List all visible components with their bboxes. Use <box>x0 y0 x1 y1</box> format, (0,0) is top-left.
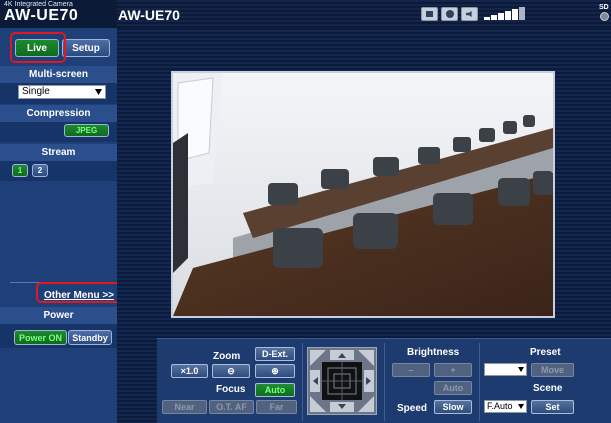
power-heading: Power <box>0 307 117 324</box>
brightness-minus-button[interactable]: – <box>392 363 430 377</box>
screen-icon[interactable] <box>421 7 438 21</box>
preset-select[interactable] <box>484 363 527 376</box>
preset-label: Preset <box>530 347 561 358</box>
camera-web-ui: 4K Integrated Camera AW-UE70 AW-UE70 SD … <box>0 0 611 423</box>
standby-button[interactable]: Standby <box>68 330 112 345</box>
camera-feed-image <box>173 73 553 316</box>
sd-status-icon <box>600 12 609 21</box>
sd-label: SD <box>599 4 609 11</box>
speed-label: Speed <box>397 403 428 414</box>
scene-label: Scene <box>533 383 563 394</box>
pan-tilt-pad[interactable] <box>307 347 377 415</box>
signal-strength-icon <box>484 6 527 20</box>
focus-near-button[interactable]: Near <box>162 400 207 414</box>
volume-icon[interactable] <box>461 7 478 21</box>
stream-heading: Stream <box>0 144 117 161</box>
live-video[interactable] <box>171 71 555 318</box>
page-title: AW-UE70 <box>118 7 180 23</box>
speed-button[interactable]: Slow <box>434 400 472 414</box>
camera-control-panel: Zoom D-Ext. ×1.0 ⊖ ⊕ Focus Auto Near O.T… <box>157 338 611 423</box>
stream-2-button[interactable]: 2 <box>32 164 48 177</box>
zoom-ratio-button[interactable]: ×1.0 <box>171 364 208 378</box>
preset-move-button[interactable]: Move <box>531 363 574 377</box>
zoom-out-icon[interactable]: ⊖ <box>212 364 250 378</box>
brightness-plus-button[interactable]: + <box>434 363 472 377</box>
brand-model: AW-UE70 <box>4 7 79 24</box>
scene-set-button[interactable]: Set <box>531 400 574 414</box>
setup-button[interactable]: Setup <box>62 39 110 57</box>
brand-header: 4K Integrated Camera AW-UE70 <box>0 0 117 28</box>
chevron-down-icon <box>518 367 524 372</box>
jpeg-button[interactable]: JPEG <box>64 124 109 137</box>
zoom-label: Zoom <box>213 351 241 362</box>
power-on-button[interactable]: Power ON <box>14 330 67 345</box>
focus-label: Focus <box>216 384 246 395</box>
live-button-highlight <box>10 32 66 63</box>
compression-heading: Compression <box>0 105 117 122</box>
stream-1-button[interactable]: 1 <box>12 164 28 177</box>
camera-icon[interactable] <box>441 7 458 21</box>
chevron-down-icon <box>518 404 524 409</box>
brightness-label: Brightness <box>407 347 460 358</box>
scene-selected: F.Auto <box>487 401 513 411</box>
d-ext-button[interactable]: D-Ext. <box>255 347 295 361</box>
top-bar: AW-UE70 SD <box>117 0 611 28</box>
chevron-down-icon <box>95 89 102 95</box>
focus-otaf-button[interactable]: O.T. AF <box>209 400 254 414</box>
focus-far-button[interactable]: Far <box>256 400 297 414</box>
scene-select[interactable]: F.Auto <box>484 400 527 413</box>
multiscreen-select[interactable]: Single <box>18 85 106 99</box>
direction-pad-icon <box>310 350 374 412</box>
zoom-in-icon[interactable]: ⊕ <box>255 364 295 378</box>
multiscreen-selected: Single <box>22 86 50 97</box>
brightness-auto-button[interactable]: Auto <box>434 381 472 395</box>
focus-auto-button[interactable]: Auto <box>255 383 295 397</box>
multiscreen-heading: Multi-screen <box>0 66 117 83</box>
other-menu-highlight <box>36 282 122 303</box>
sidebar: Live Setup Multi-screen Single Compressi… <box>0 28 122 423</box>
